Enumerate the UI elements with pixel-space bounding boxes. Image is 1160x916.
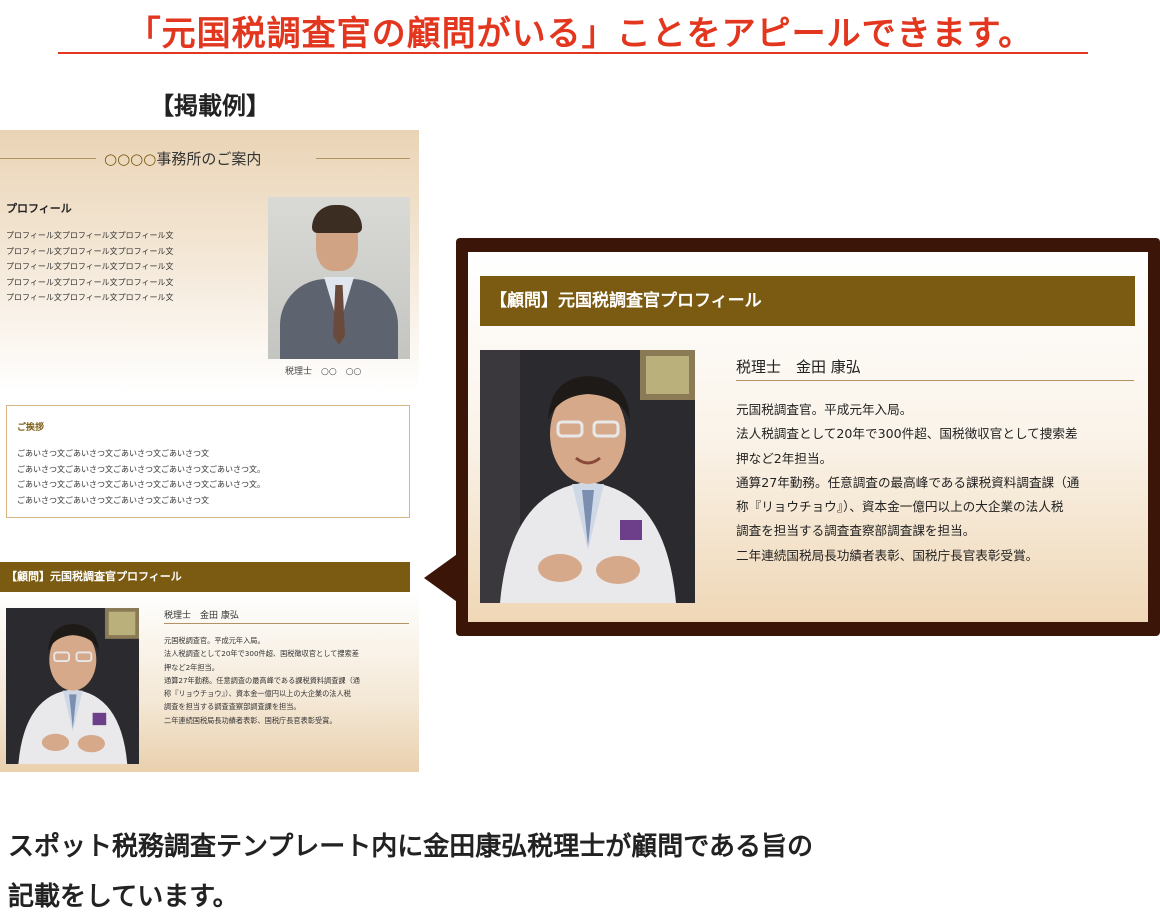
advisor-photo-small (6, 608, 139, 764)
advisor-bar-small: 【顧問】元国税調査官プロフィール (0, 562, 410, 592)
headline: 「元国税調査官の顧問がいる」ことをアピールできます。 (126, 14, 1034, 54)
profile-text: プロフィール文プロフィール文プロフィール文 プロフィール文プロフィール文プロフィ… (6, 228, 206, 306)
bio-line: 称『リョウチョウ』）、資本金一億円以上の大企業の法人税 (736, 499, 1064, 515)
profile-line: プロフィール文プロフィール文プロフィール文 (6, 262, 174, 272)
bio-line: 二年連続国税局長功績者表彰、国税庁長官表彰受賞。 (164, 715, 337, 725)
advisor-bar: 【顧問】元国税調査官プロフィール (480, 276, 1135, 326)
divider-line (316, 158, 410, 159)
greeting-box: ご挨拶 ごあいさつ文ごあいさつ文ごあいさつ文ごあいさつ文 ごあいさつ文ごあいさつ… (6, 405, 410, 518)
greeting-text: ごあいさつ文ごあいさつ文ごあいさつ文ごあいさつ文 ごあいさつ文ごあいさつ文ごあい… (17, 446, 397, 508)
office-title-text: 事務所のご案内 (156, 150, 262, 168)
bio-line: 通算27年勤務。任意調査の最高峰である課税資料調査課（通 (736, 474, 1080, 490)
example-label: 【掲載例】 (150, 92, 270, 120)
bio-line: 二年連続国税局長功績者表彰、国税庁長官表彰受賞。 (736, 547, 1039, 563)
profile-line: プロフィール文プロフィール文プロフィール文 (6, 246, 174, 256)
advisor-callout: 【顧問】元国税調査官プロフィール 税理士 金田 康弘 元国税調査官。平成元年入局… (456, 238, 1160, 636)
profile-heading: プロフィール (6, 202, 72, 215)
advisor-name-small: 税理士 金田 康弘 (164, 611, 239, 621)
bio-line: 押など2年担当。 (736, 450, 833, 466)
divider-line (0, 158, 96, 159)
sample-page: ○○○○事務所のご案内 プロフィール プロフィール文プロフィール文プロフィール文… (0, 130, 419, 772)
callout-panel: 【顧問】元国税調査官プロフィール 税理士 金田 康弘 元国税調査官。平成元年入局… (468, 252, 1148, 622)
bio-line: 元国税調査官。平成元年入局。 (164, 636, 265, 645)
advisor-section-small: 税理士 金田 康弘 元国税調査官。平成元年入局。 法人税調査として20年で300… (0, 592, 419, 772)
office-name-placeholder: ○○○○ (104, 150, 157, 168)
greeting-line: ごあいさつ文ごあいさつ文ごあいさつ文ごあいさつ文 (17, 449, 209, 458)
bio-line: 元国税調査官。平成元年入局。 (736, 402, 913, 417)
bio-line: 調査を担当する調査査察部調査課を担当。 (736, 523, 976, 539)
footer-note: スポット税務調査テンプレート内に金田康弘税理士が顧問である旨の 記載をしています… (8, 822, 813, 916)
profile-portrait-photo (268, 197, 410, 359)
bio-line: 法人税調査として20年で300件超、国税徴収官として捜索差 (164, 649, 359, 659)
callout-pointer (424, 552, 460, 604)
bio-line: 法人税調査として20年で300件超、国税徴収官として捜索差 (736, 426, 1078, 442)
profile-line: プロフィール文プロフィール文プロフィール文 (6, 231, 174, 240)
portrait-caption: 税理士 ○○ ○○ (285, 367, 362, 377)
profile-line: プロフィール文プロフィール文プロフィール文 (6, 293, 174, 303)
footer-line: 記載をしています。 (8, 882, 239, 912)
profile-line: プロフィール文プロフィール文プロフィール文 (6, 277, 174, 287)
office-title: ○○○○事務所のご案内 (104, 148, 261, 169)
greeting-line: ごあいさつ文ごあいさつ文ごあいさつ文ごあいさつ文ごあいさつ文。 (17, 464, 265, 474)
greeting-line: ごあいさつ文ごあいさつ文ごあいさつ文ごあいさつ文 (17, 495, 209, 505)
advisor-name: 税理士 金田 康弘 (736, 358, 861, 376)
bio-line: 称『リョウチョウ』）、資本金一億円以上の大企業の法人税 (164, 689, 351, 699)
name-underline (736, 380, 1134, 381)
bio-line: 調査を担当する調査査察部調査課を担当。 (164, 702, 301, 712)
headline-underline (58, 52, 1088, 54)
advisor-bio: 元国税調査官。平成元年入局。 法人税調査として20年で300件超、国税徴収官とし… (736, 398, 1141, 568)
name-underline (164, 623, 409, 624)
greeting-heading: ご挨拶 (17, 423, 45, 433)
footer-line: スポット税務調査テンプレート内に金田康弘税理士が顧問である旨の (8, 832, 813, 862)
advisor-photo (480, 350, 695, 603)
greeting-line: ごあいさつ文ごあいさつ文ごあいさつ文ごあいさつ文ごあいさつ文。 (17, 480, 265, 490)
bio-line: 押など2年担当。 (164, 662, 219, 672)
advisor-bio-small: 元国税調査官。平成元年入局。 法人税調査として20年で300件超、国税徴収官とし… (164, 634, 414, 727)
bio-line: 通算27年勤務。任意調査の最高峰である課税資料調査課（通 (164, 675, 360, 685)
office-title-row: ○○○○事務所のご案内 (0, 148, 419, 168)
